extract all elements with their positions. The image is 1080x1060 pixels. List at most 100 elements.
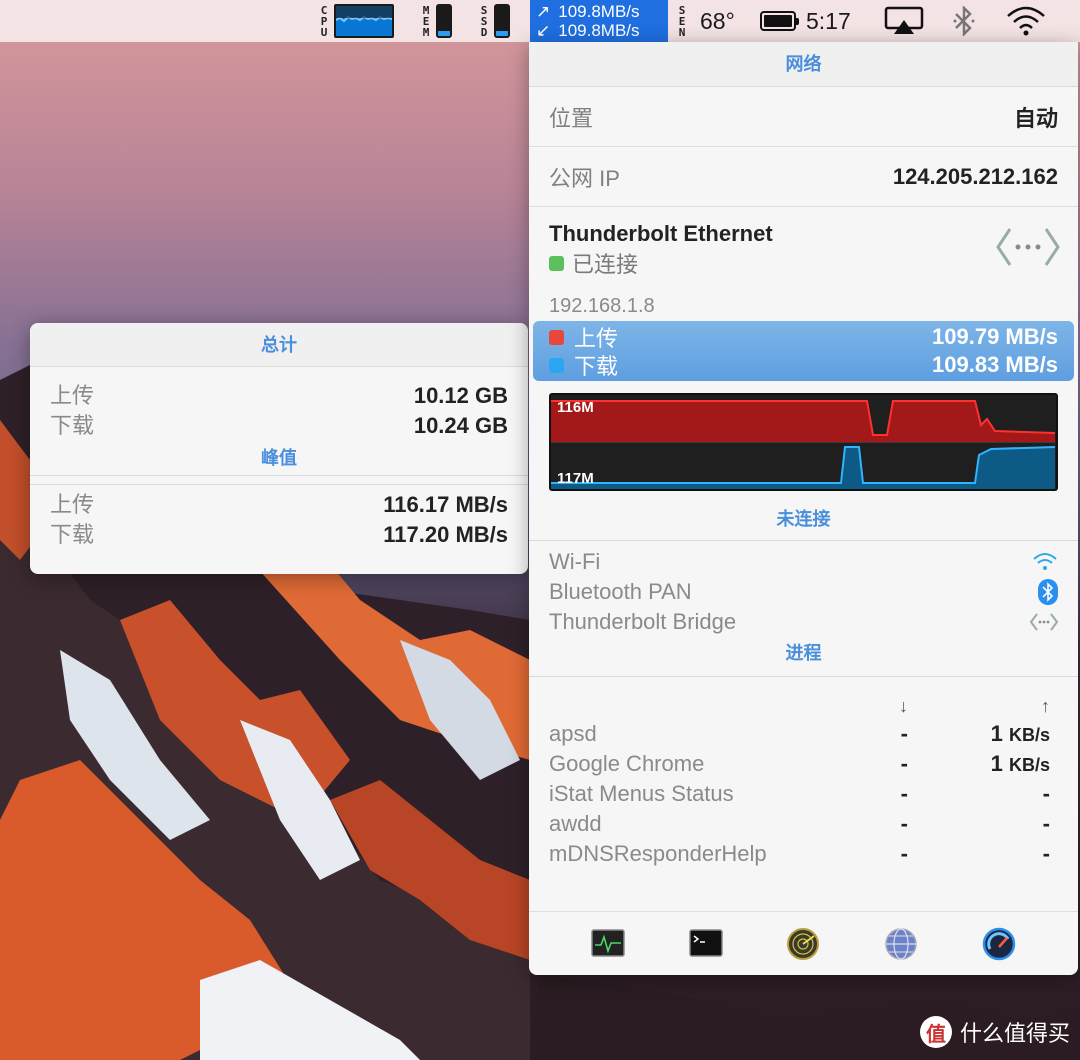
download-rate-row: 下载 109.83 MB/s: [549, 351, 1058, 379]
process-row[interactable]: mDNSResponderHelp - -: [529, 839, 1078, 869]
list-item[interactable]: Wi-Fi: [549, 547, 1058, 577]
wifi-icon[interactable]: [1004, 0, 1048, 42]
process-header: ↓ ↑: [529, 677, 1078, 717]
process-name: mDNSResponderHelp: [549, 841, 767, 866]
process-up: -: [1042, 811, 1050, 836]
watermark-logo-icon: 值: [919, 1016, 952, 1048]
process-down: -: [900, 811, 908, 836]
graph-download-max: 117M: [557, 470, 594, 487]
net-down-rate: 109.8MB/s: [558, 21, 640, 40]
process-title: 进程: [529, 637, 1078, 677]
list-item[interactable]: Bluetooth PAN: [549, 577, 1058, 607]
network-utility-icon[interactable]: [884, 927, 918, 961]
wifi-icon: [1033, 553, 1057, 570]
interface-block[interactable]: Thunderbolt Ethernet 已连接 192.168.1.8: [529, 207, 1078, 321]
peak-download-row: 下载 117.20 MB/s: [30, 520, 528, 550]
location-row[interactable]: 位置 自动: [529, 87, 1078, 147]
sensors-menu-item[interactable]: SEN: [676, 0, 688, 42]
network-radar-icon[interactable]: [786, 927, 820, 961]
process-name: Google Chrome: [549, 751, 705, 776]
public-ip-row[interactable]: 公网 IP 124.205.212.162: [529, 147, 1078, 207]
upload-rate-row: 上传 109.79 MB/s: [549, 323, 1058, 351]
activity-monitor-icon[interactable]: [591, 927, 625, 961]
clock[interactable]: 5:17: [806, 0, 851, 42]
process-up: 1 KB/s: [990, 751, 1050, 776]
cpu-label: CPU: [320, 3, 328, 39]
process-name: apsd: [549, 721, 597, 746]
total-upload-row: 上传 10.12 GB: [30, 381, 528, 411]
ssd-label: SSD: [480, 3, 488, 39]
network-title: 网络: [529, 42, 1078, 87]
total-download-value: 10.24 GB: [413, 413, 508, 438]
peak-upload-row: 上传 116.17 MB/s: [30, 490, 528, 520]
peak-upload-value: 116.17 MB/s: [383, 492, 508, 517]
process-name: iStat Menus Status: [549, 781, 734, 806]
bluetooth-pan-label: Bluetooth PAN: [549, 579, 692, 604]
cpu-menu-item[interactable]: CPU: [318, 0, 394, 42]
process-row[interactable]: apsd - 1 KB/s: [529, 719, 1078, 749]
airplay-icon[interactable]: [884, 0, 924, 42]
terminal-icon[interactable]: [688, 927, 723, 961]
upload-column-icon: ↑: [1041, 696, 1050, 716]
download-color-swatch: [549, 357, 564, 373]
peak-download-label: 下载: [50, 522, 95, 547]
bluetooth-icon[interactable]: [950, 0, 978, 42]
network-dropdown: 网络 位置 自动 公网 IP 124.205.212.162 Thunderbo…: [529, 42, 1078, 975]
ssd-bar: [494, 4, 510, 38]
memory-bar: [436, 4, 452, 38]
download-rate-label: 下载: [574, 354, 619, 379]
process-up: 1 KB/s: [990, 721, 1050, 746]
process-row[interactable]: awdd - -: [529, 809, 1078, 839]
upload-color-swatch: [549, 329, 564, 345]
process-down: -: [900, 751, 908, 776]
mem-menu-item[interactable]: MEM: [420, 0, 452, 42]
net-up-rate: 109.8MB/s: [558, 2, 640, 21]
totals-title: 总计: [30, 323, 528, 367]
graph-upload-max: 116M: [557, 399, 594, 416]
process-name: awdd: [549, 811, 602, 836]
total-download-row: 下载 10.24 GB: [30, 411, 528, 441]
ethernet-icon: [996, 225, 1060, 274]
bandwidth-graph: 116M 117M: [549, 393, 1058, 491]
interface-ip: 192.168.1.8: [549, 295, 655, 317]
download-column-icon: ↓: [899, 696, 908, 716]
ssd-bar-fill: [496, 31, 508, 36]
interface-status: 已连接: [549, 247, 1058, 279]
bluetooth-icon: [1038, 579, 1058, 605]
process-row[interactable]: iStat Menus Status - -: [529, 779, 1078, 809]
battery-icon[interactable]: [760, 11, 799, 31]
wifi-interface-label: Wi-Fi: [549, 549, 601, 574]
disconnected-list: Wi-Fi Bluetooth PAN Thunderbolt Bridge: [529, 541, 1078, 637]
connected-indicator: [549, 255, 564, 271]
network-meter[interactable]: ↗ 109.8MB/s ↙ 109.8MB/s: [530, 0, 668, 42]
total-download-label: 下载: [50, 413, 95, 438]
watermark-text: 什么值得买: [959, 1021, 1070, 1046]
memory-bar-fill: [438, 31, 450, 36]
public-ip-label: 公网 IP: [549, 165, 620, 191]
cpu-usage-graph: [334, 4, 394, 38]
speedtest-icon[interactable]: [982, 927, 1016, 961]
mem-label: MEM: [422, 3, 430, 39]
process-down: -: [900, 721, 908, 746]
upload-arrow-icon: ↗: [536, 2, 551, 21]
ethernet-icon: [1030, 613, 1058, 631]
menu-bar: CPU MEM SSD ↗ 109.8MB/s ↙ 109.8MB/s SEN 68…: [0, 0, 1080, 42]
list-item[interactable]: Thunderbolt Bridge: [549, 607, 1058, 637]
totals-popup: 总计 上传 10.12 GB 下载 10.24 GB 峰值 上传 116.17 …: [30, 323, 528, 574]
interface-status-text: 已连接: [572, 252, 639, 277]
process-down: -: [900, 841, 908, 866]
peak-upload-label: 上传: [50, 492, 95, 517]
location-value: 自动: [1013, 105, 1058, 131]
ssd-menu-item[interactable]: SSD: [478, 0, 510, 42]
upload-rate-value: 109.79 MB/s: [932, 324, 1058, 349]
peak-download-value: 117.20 MB/s: [383, 522, 508, 547]
process-row[interactable]: Google Chrome - 1 KB/s: [529, 749, 1078, 779]
total-upload-value: 10.12 GB: [413, 383, 508, 408]
process-up: -: [1042, 841, 1050, 866]
process-down: -: [900, 781, 908, 806]
process-list: apsd - 1 KB/s Google Chrome - 1 KB/s iSt…: [529, 719, 1078, 869]
interface-name: Thunderbolt Ethernet: [549, 221, 773, 246]
public-ip-value: 124.205.212.162: [892, 163, 1058, 189]
download-rate-value: 109.83 MB/s: [932, 352, 1058, 377]
temperature-reading[interactable]: 68°: [700, 0, 735, 42]
